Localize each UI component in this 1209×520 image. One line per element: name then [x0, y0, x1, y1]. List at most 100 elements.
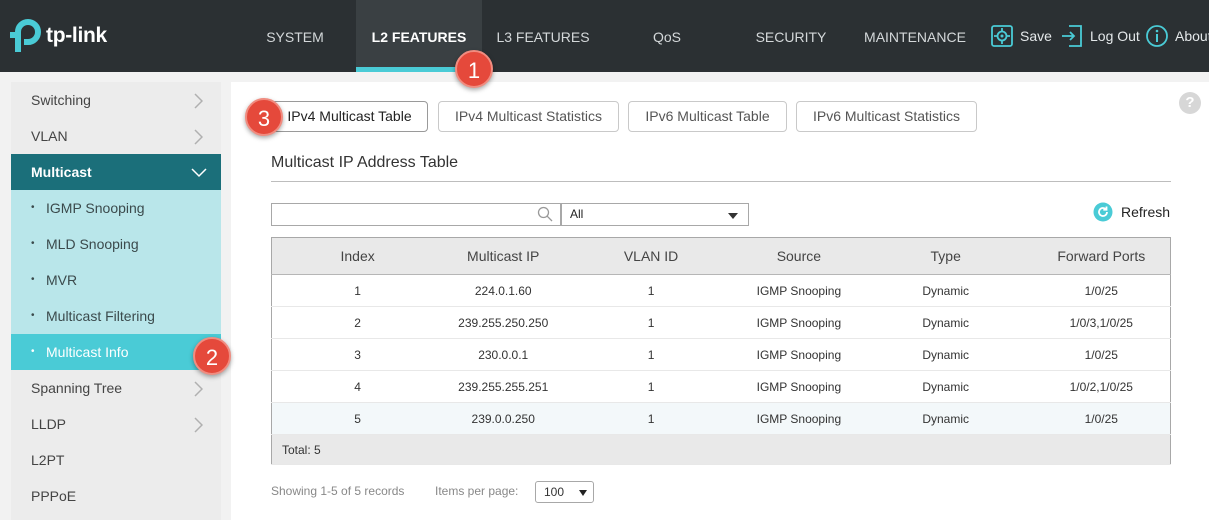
- table-row[interactable]: 4 239.255.255.251 1 IGMP Snooping Dynami…: [271, 370, 1171, 403]
- column-header-multicast-ip[interactable]: Multicast IP: [443, 237, 564, 275]
- sidebar-item-mvr[interactable]: MVR: [11, 262, 221, 298]
- sidebar-item-mld-snooping[interactable]: MLD Snooping: [11, 226, 221, 262]
- sidebar: Switching VLAN Multicast IGMP Snooping M…: [11, 82, 221, 520]
- search-input[interactable]: [271, 203, 561, 226]
- caret-down-icon: [728, 213, 738, 219]
- table-footer-row: Total: 5: [271, 434, 1171, 465]
- sidebar-item-label: MVR: [46, 272, 78, 288]
- cell-vlan-id: 1: [563, 306, 739, 339]
- sidebar-item-label: Multicast Filtering: [46, 308, 155, 324]
- cell-type: Dynamic: [858, 370, 1033, 403]
- column-header-type[interactable]: Type: [858, 237, 1033, 275]
- refresh-button[interactable]: Refresh: [1093, 202, 1170, 222]
- callout-badge-1: 1: [455, 50, 493, 88]
- cell-forward-ports: 1/0/25: [1032, 338, 1171, 371]
- sidebar-item-pppoe[interactable]: PPPoE: [11, 478, 221, 514]
- tab-ipv6-multicast-table[interactable]: IPv6 Multicast Table: [628, 101, 787, 132]
- top-navigation-bar: tp-link SYSTEM L2 FEATURES L3 FEATURES Q…: [0, 0, 1209, 72]
- sidebar-item-label: Multicast Info: [46, 344, 129, 360]
- cell-source: IGMP Snooping: [738, 274, 859, 307]
- column-header-source[interactable]: Source: [738, 237, 859, 275]
- cell-forward-ports: 1/0/25: [1032, 274, 1171, 307]
- sidebar-item-label: PPPoE: [31, 488, 77, 504]
- sidebar-item-label: Switching: [31, 92, 91, 108]
- cell-index: 4: [271, 370, 444, 403]
- cell-vlan-id: 1: [563, 338, 739, 371]
- logout-button[interactable]: Log Out: [1060, 24, 1140, 48]
- chevron-right-icon: [194, 381, 203, 397]
- save-button[interactable]: Save: [990, 24, 1052, 48]
- table-header-row: Index Multicast IP VLAN ID Source Type F…: [271, 237, 1171, 275]
- sidebar-item-label: LLDP: [31, 416, 67, 432]
- about-label: About: [1175, 28, 1209, 44]
- filter-select[interactable]: All: [561, 203, 749, 226]
- cell-multicast-ip: 224.0.1.60: [443, 274, 564, 307]
- section-divider: [271, 181, 1171, 182]
- callout-badge-2: 2: [193, 337, 231, 375]
- cell-source: IGMP Snooping: [738, 306, 859, 339]
- column-header-index[interactable]: Index: [271, 237, 444, 275]
- column-header-forward-ports[interactable]: Forward Ports: [1032, 237, 1171, 275]
- sidebar-item-multicast-filtering[interactable]: Multicast Filtering: [11, 298, 221, 334]
- tab-ipv6-multicast-statistics[interactable]: IPv6 Multicast Statistics: [796, 101, 977, 132]
- help-icon[interactable]: ?: [1179, 92, 1201, 114]
- sidebar-item-label: Multicast: [31, 164, 92, 180]
- cell-vlan-id: 1: [563, 274, 739, 307]
- tab-ipv4-multicast-statistics[interactable]: IPv4 Multicast Statistics: [438, 101, 619, 132]
- logo-text: tp-link: [46, 24, 107, 47]
- sidebar-item-multicast[interactable]: Multicast: [11, 154, 221, 190]
- items-per-page-select[interactable]: 100: [535, 481, 594, 503]
- refresh-icon: [1093, 202, 1113, 222]
- sidebar-item-lldp[interactable]: LLDP: [11, 406, 221, 442]
- cell-type: Dynamic: [858, 306, 1033, 339]
- cell-type: Dynamic: [858, 402, 1033, 435]
- save-label: Save: [1020, 28, 1052, 44]
- sidebar-item-spanning-tree[interactable]: Spanning Tree: [11, 370, 221, 406]
- tab-security[interactable]: SECURITY: [745, 0, 837, 72]
- tab-system[interactable]: SYSTEM: [245, 0, 345, 72]
- items-per-page-value: 100: [544, 485, 565, 499]
- about-button[interactable]: About: [1145, 24, 1209, 48]
- tab-ipv4-multicast-table[interactable]: IPv4 Multicast Table: [271, 101, 428, 132]
- tp-link-logo[interactable]: tp-link: [10, 18, 107, 54]
- cell-forward-ports: 1/0/2,1/0/25: [1032, 370, 1171, 403]
- section-title: Multicast IP Address Table: [271, 154, 459, 171]
- cell-source: IGMP Snooping: [738, 338, 859, 371]
- cell-index: 2: [271, 306, 444, 339]
- search-icon[interactable]: [537, 206, 553, 222]
- sidebar-item-multicast-info[interactable]: Multicast Info: [11, 334, 221, 370]
- cell-forward-ports: 1/0/3,1/0/25: [1032, 306, 1171, 339]
- tab-maintenance[interactable]: MAINTENANCE: [860, 0, 970, 72]
- info-icon: [1146, 25, 1168, 47]
- callout-badge-3: 3: [245, 98, 283, 136]
- sidebar-item-label: IGMP Snooping: [46, 200, 145, 216]
- table-row[interactable]: 1 224.0.1.60 1 IGMP Snooping Dynamic 1/0…: [271, 274, 1171, 307]
- cell-type: Dynamic: [858, 338, 1033, 371]
- sidebar-item-igmp-snooping[interactable]: IGMP Snooping: [11, 190, 221, 226]
- items-per-page-label: Items per page:: [435, 484, 519, 498]
- main-content: IPv4 Multicast Table IPv4 Multicast Stat…: [231, 82, 1209, 520]
- cell-multicast-ip: 239.255.255.251: [443, 370, 564, 403]
- logout-icon: [1062, 25, 1082, 47]
- sidebar-item-label: Spanning Tree: [31, 380, 123, 396]
- table-row[interactable]: 5 239.0.0.250 1 IGMP Snooping Dynamic 1/…: [271, 402, 1171, 435]
- sidebar-item-switching[interactable]: Switching: [11, 82, 221, 118]
- chevron-right-icon: [194, 417, 203, 433]
- cell-forward-ports: 1/0/25: [1032, 402, 1171, 435]
- table-row[interactable]: 2 239.255.250.250 1 IGMP Snooping Dynami…: [271, 306, 1171, 339]
- tab-qos[interactable]: QoS: [627, 0, 707, 72]
- cell-index: 1: [271, 274, 444, 307]
- sidebar-item-label: L2PT: [31, 452, 65, 468]
- filter-select-value: All: [570, 207, 584, 221]
- cell-vlan-id: 1: [563, 370, 739, 403]
- refresh-label: Refresh: [1121, 204, 1171, 220]
- tab-l3-features[interactable]: L3 FEATURES: [487, 0, 599, 72]
- sidebar-item-l2pt[interactable]: L2PT: [11, 442, 221, 478]
- column-header-vlan-id[interactable]: VLAN ID: [563, 237, 739, 275]
- chevron-right-icon: [194, 129, 203, 145]
- sidebar-item-vlan[interactable]: VLAN: [11, 118, 221, 154]
- multicast-ip-table: Index Multicast IP VLAN ID Source Type F…: [271, 237, 1171, 465]
- table-row[interactable]: 3 230.0.0.1 1 IGMP Snooping Dynamic 1/0/…: [271, 338, 1171, 371]
- cell-multicast-ip: 239.0.0.250: [443, 402, 564, 435]
- sidebar-item-label: MLD Snooping: [46, 236, 139, 252]
